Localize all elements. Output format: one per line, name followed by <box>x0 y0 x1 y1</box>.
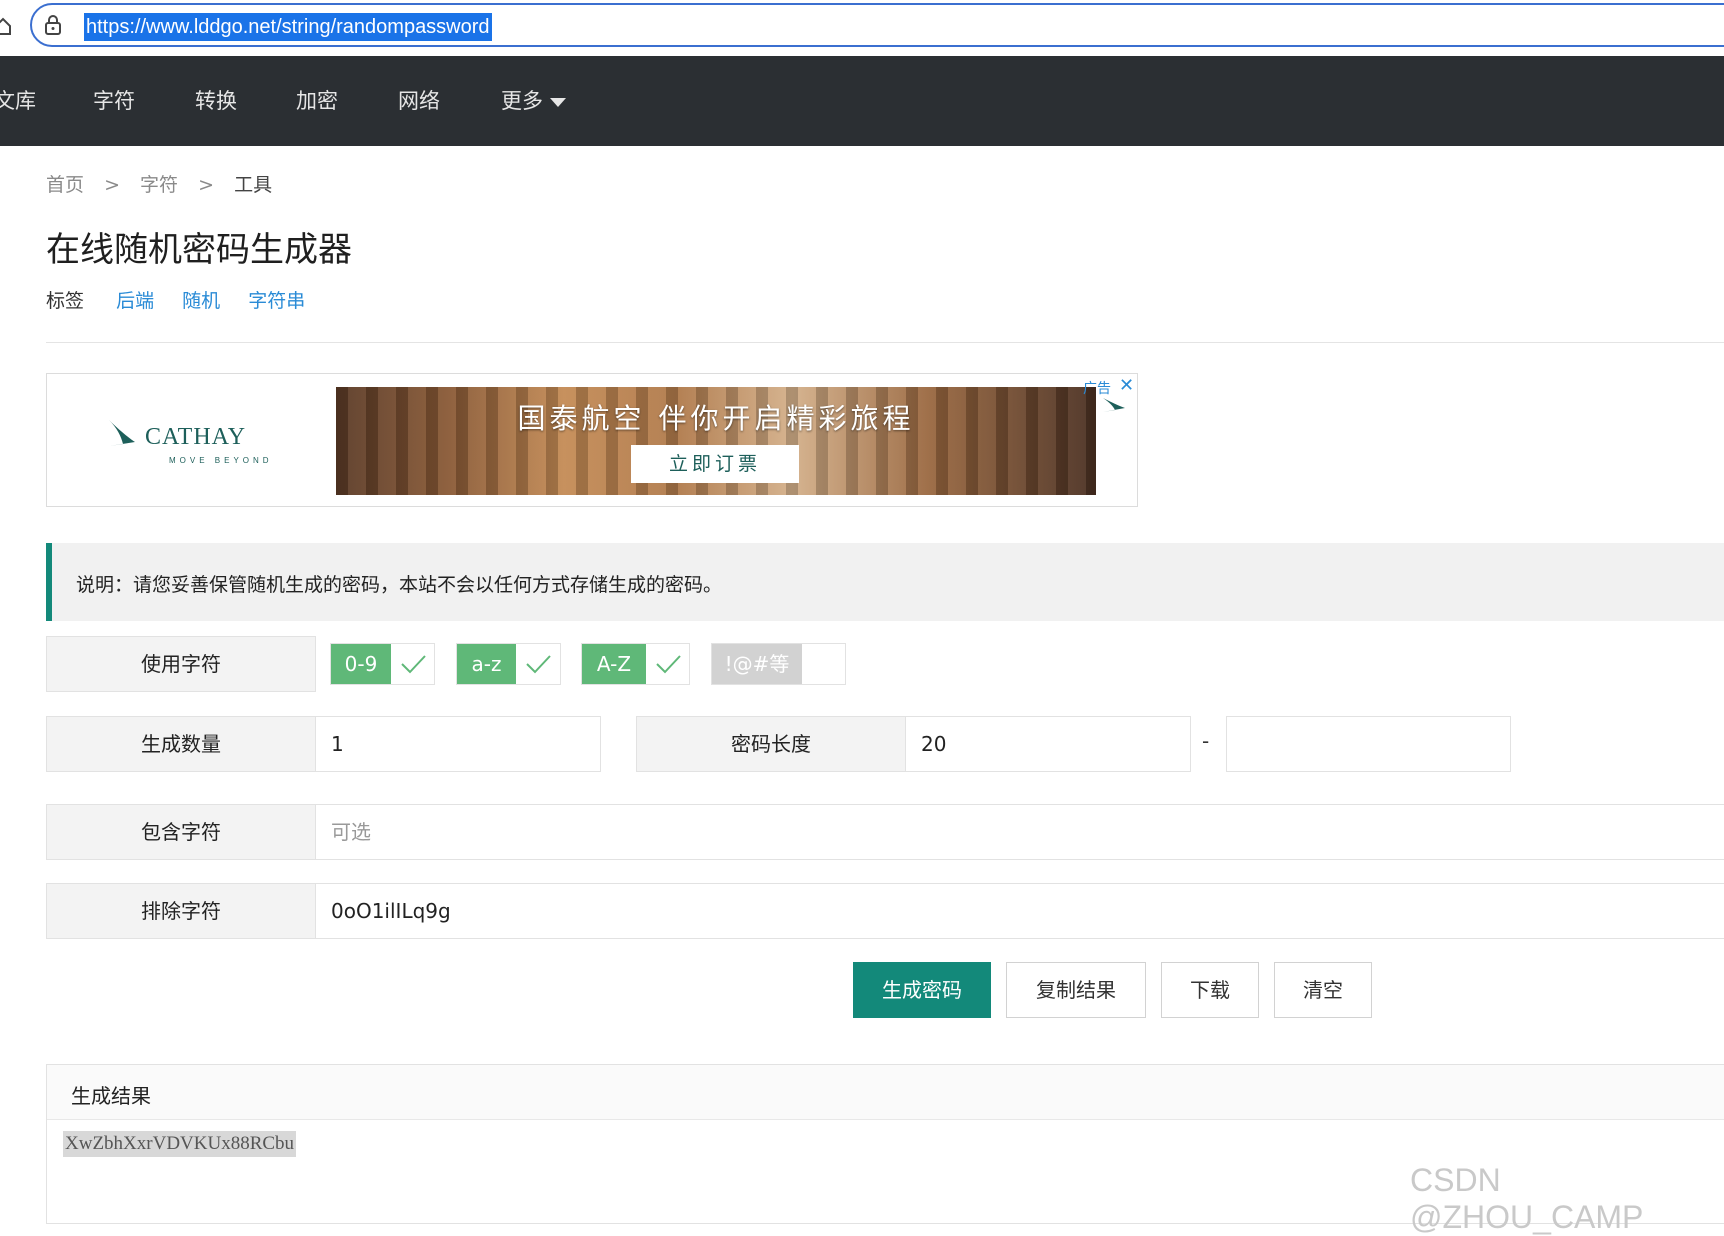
charset-symbols-checkbox[interactable]: !@#等 <box>711 643 846 685</box>
result-header: 生成结果 <box>47 1065 1724 1120</box>
chevron-down-icon <box>550 97 566 107</box>
top-nav: 文库 字符 转换 加密 网络 更多 <box>0 56 1724 146</box>
length-max-input[interactable] <box>1226 716 1511 772</box>
check-icon <box>401 655 426 674</box>
ad-label[interactable]: 广告 <box>1083 378 1111 398</box>
charset-uppercase-label: A-Z <box>582 644 646 684</box>
result-title: 生成结果 <box>71 1084 151 1108</box>
check-icon <box>526 655 551 674</box>
include-placeholder: 可选 <box>331 820 371 844</box>
tag-random[interactable]: 随机 <box>182 290 220 312</box>
ad-cta-button[interactable]: 立即订票 <box>631 445 799 483</box>
breadcrumb-separator: > <box>104 174 120 196</box>
breadcrumb-separator: > <box>198 174 215 196</box>
ad-tagline: MOVE BEYOND <box>169 456 273 465</box>
notice-box: 说明：请您妥善保管随机生成的密码，本站不会以任何方式存储生成的密码。 <box>46 543 1724 621</box>
nav-item-more[interactable]: 更多 <box>501 56 566 146</box>
nav-item-string[interactable]: 字符 <box>93 56 135 146</box>
charset-digits-checkbox[interactable]: 0-9 <box>330 643 435 685</box>
browser-toolbar: https://www.lddgo.net/string/randompassw… <box>0 0 1724 56</box>
notice-text: 说明：请您妥善保管随机生成的密码，本站不会以任何方式存储生成的密码。 <box>76 574 723 596</box>
ad-arrow-icon <box>1103 398 1125 412</box>
divider <box>46 342 1724 343</box>
watermark: CSDN @ZHOU_CAMP <box>1410 1162 1644 1235</box>
include-input[interactable]: 可选 <box>316 804 1724 860</box>
generate-button[interactable]: 生成密码 <box>853 962 991 1018</box>
charset-digits-label: 0-9 <box>331 644 391 684</box>
breadcrumb-category[interactable]: 字符 <box>140 174 178 196</box>
count-input[interactable]: 1 <box>316 716 601 772</box>
ad-close-icon[interactable]: ✕ <box>1119 375 1134 396</box>
charset-uppercase-checkbox[interactable]: A-Z <box>581 643 690 685</box>
tag-backend[interactable]: 后端 <box>116 290 154 312</box>
page-title: 在线随机密码生成器 <box>46 230 352 270</box>
address-bar[interactable]: https://www.lddgo.net/string/randompassw… <box>30 3 1724 47</box>
include-label: 包含字符 <box>46 804 316 860</box>
nav-item-encrypt[interactable]: 加密 <box>296 56 338 146</box>
ad-brand: CATHAY <box>145 424 247 450</box>
exclude-input[interactable]: 0oO1ilILq9g <box>316 883 1724 939</box>
breadcrumb-current: 工具 <box>234 174 273 196</box>
nav-more-label: 更多 <box>501 89 543 113</box>
exclude-label: 排除字符 <box>46 883 316 939</box>
ad-headline: 国泰航空 伴你开启精彩旅程 <box>517 402 915 435</box>
length-min-input[interactable]: 20 <box>906 716 1191 772</box>
nav-item-network[interactable]: 网络 <box>398 56 440 146</box>
count-label: 生成数量 <box>46 716 316 772</box>
tag-list: 标签 后端 随机 字符串 <box>46 286 327 313</box>
charset-lowercase-checkbox[interactable]: a-z <box>456 643 561 685</box>
charset-label: 使用字符 <box>46 636 316 692</box>
clear-button[interactable]: 清空 <box>1274 962 1372 1018</box>
result-output[interactable]: XwZbhXxrVDVKUx88RCbu <box>63 1131 297 1157</box>
check-icon <box>656 655 681 674</box>
home-icon[interactable] <box>0 16 12 36</box>
lock-icon[interactable] <box>44 15 62 35</box>
download-button[interactable]: 下载 <box>1161 962 1259 1018</box>
charset-symbols-label: !@#等 <box>712 644 802 684</box>
breadcrumb-home[interactable]: 首页 <box>46 174 84 196</box>
nav-item-convert[interactable]: 转换 <box>195 56 237 146</box>
tag-string[interactable]: 字符串 <box>248 290 305 312</box>
ad-banner[interactable]: CATHAY MOVE BEYOND 国泰航空 伴你开启精彩旅程 立即订票 广告… <box>46 373 1138 507</box>
length-label: 密码长度 <box>636 716 906 772</box>
url-text[interactable]: https://www.lddgo.net/string/randompassw… <box>84 13 492 41</box>
breadcrumb: 首页 > 字符 > 工具 <box>46 170 286 197</box>
charset-lowercase-label: a-z <box>457 644 516 684</box>
copy-button[interactable]: 复制结果 <box>1006 962 1146 1018</box>
tags-label: 标签 <box>46 290 85 312</box>
length-separator: - <box>1202 729 1210 753</box>
ad-image[interactable]: 国泰航空 伴你开启精彩旅程 立即订票 <box>336 387 1096 495</box>
nav-item-library[interactable]: 文库 <box>0 56 36 146</box>
